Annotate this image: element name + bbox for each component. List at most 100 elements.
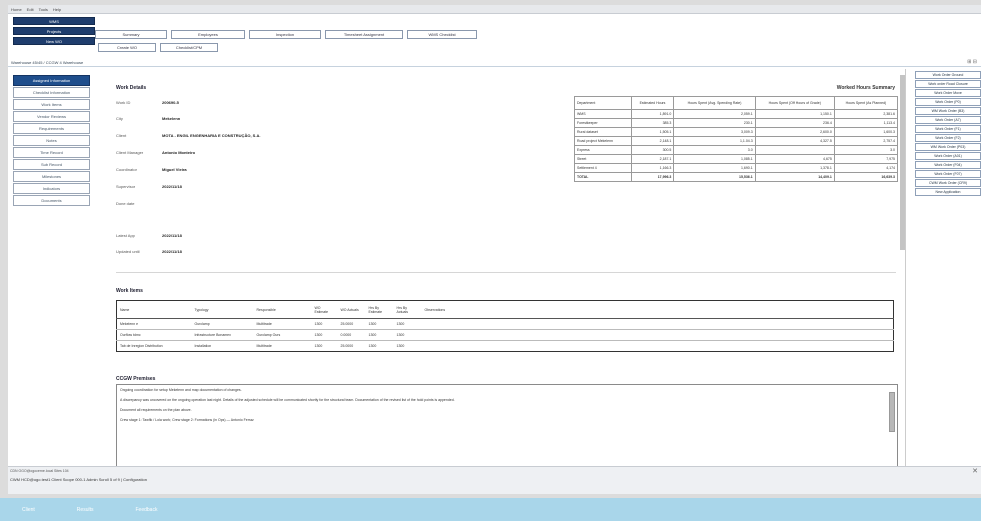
tab-create-wo[interactable]: Create WO	[98, 43, 156, 52]
nav-requirements[interactable]: Requirements	[13, 123, 90, 134]
work-order-link[interactable]: CWM Work Order (CR9)	[915, 179, 981, 187]
tab-employees[interactable]: Employees	[171, 30, 245, 39]
cpm-remarks-textarea[interactable]: Ongoing coordination for setup Mekelenn …	[116, 384, 898, 474]
table-cell: 1,1.04.3	[673, 136, 756, 146]
app-window: Home Edit Tools Help WMS Projects New WO…	[8, 5, 981, 494]
table-row[interactable]: Mekelenn e Ourclamp Multitrade 1300 25.0000 1…	[116, 318, 894, 330]
nav-vendor-reviews[interactable]: Vendor Reviews	[13, 111, 90, 122]
table-cell: 1,166.3	[630, 163, 675, 173]
taskbar-client[interactable]: Client	[22, 507, 35, 513]
close-icon[interactable]: ✕	[972, 467, 978, 475]
table-cell: 2,757.4	[833, 136, 899, 146]
table-cell: 1300	[393, 318, 422, 330]
nav-notes[interactable]: Notes	[13, 135, 90, 146]
work-order-link[interactable]: Work Order (F07)	[915, 170, 981, 178]
field-client-manager: Client Manager Antonio Monteiro	[116, 150, 195, 155]
table-cell: Infrastructure Bonamex	[191, 329, 254, 341]
remarks-scrollbar[interactable]	[889, 392, 895, 432]
table-cell: 25.0000	[337, 318, 366, 330]
table-cell: 1,150.1	[754, 109, 835, 119]
taskbar-feedback[interactable]: Feedback	[135, 507, 157, 513]
new-wo-button[interactable]: New WO	[13, 37, 95, 45]
table-cell: Multitrade	[253, 318, 312, 330]
work-order-link[interactable]: Work order Road Closure	[915, 80, 981, 88]
work-order-link[interactable]: Work Order Move	[915, 89, 981, 97]
nav-indicators[interactable]: Indicators	[13, 183, 90, 194]
table-cell: 1300	[365, 329, 394, 341]
field-label: Latest App	[116, 233, 135, 238]
divider	[116, 272, 896, 273]
work-order-link[interactable]: WM Work Order (P03)	[915, 143, 981, 151]
menu-home[interactable]: Home	[11, 7, 22, 12]
table-cell: 1300	[311, 340, 338, 352]
work-order-link[interactable]: Work Order Ground	[915, 71, 981, 79]
table-cell: Road project Mekelenn	[574, 136, 632, 146]
table-cell: 1300	[393, 329, 422, 341]
tab-checklist-cpm[interactable]: Checklist/CPM	[160, 43, 218, 52]
tab-timesheet-assignment[interactable]: Timesheet Assignment	[325, 30, 403, 39]
table-cell: 1,113.4	[833, 118, 899, 128]
table-cell: 4,174	[833, 163, 899, 173]
table-row: Express 300.5 3.0 3.0	[574, 145, 899, 155]
tab-summary[interactable]: Summary	[95, 30, 167, 39]
column-header: Hrs By Actuals	[393, 300, 422, 319]
nav-checklist-information[interactable]: Checklist Information	[13, 87, 90, 98]
tab-inspection[interactable]: Inspection	[249, 30, 321, 39]
nav-sub-record[interactable]: Sub Record	[13, 159, 90, 170]
breadcrumb[interactable]: Warehouse 45/45 / CCGW 4 Warehouse	[8, 59, 981, 67]
work-order-link[interactable]: Work Order (A7)	[915, 116, 981, 124]
taskbar-results[interactable]: Results	[77, 507, 94, 513]
wms-button[interactable]: WMS	[13, 17, 95, 25]
table-cell: 1300	[311, 329, 338, 341]
status-line-2: CWM HCD@ogo.test1 Client Scope 000-1 Adm…	[10, 477, 147, 482]
window-controls[interactable]: ⊞ ⊟	[967, 59, 977, 65]
menu-edit[interactable]: Edit	[27, 7, 34, 12]
field-supervisor: Supervisor 2022/11/18	[116, 184, 182, 189]
field-label: Supervisor	[116, 184, 136, 189]
table-row: WMS 1,891.0 2,059.1 1,150.1 2,381.6	[574, 109, 899, 119]
table-cell: 14,409.1	[754, 172, 835, 182]
field-label: Client Manager	[116, 150, 144, 155]
table-row[interactable]: Tab de Inregion Distribution Installation…	[116, 340, 894, 352]
projects-button[interactable]: Projects	[13, 27, 95, 35]
field-label: City	[116, 116, 123, 121]
menu-tools[interactable]: Tools	[39, 7, 48, 12]
nav-milestones[interactable]: Milestones	[13, 171, 90, 182]
table-cell: 16,639.3	[833, 172, 899, 182]
menu-help[interactable]: Help	[53, 7, 61, 12]
nav-documents[interactable]: Documents	[13, 195, 90, 206]
work-order-link[interactable]: Work Order (F2)	[915, 134, 981, 142]
right-panel: Work Order Ground Work order Road Closur…	[905, 69, 981, 469]
work-order-link[interactable]: Work Order (F1)	[915, 125, 981, 133]
field-latest-app: Latest App 2022/11/18	[116, 233, 182, 238]
column-header: Typology	[191, 300, 254, 319]
table-cell: 2,600.0	[754, 127, 835, 137]
field-work-id: Work ID 200690-5	[116, 100, 179, 105]
table-row: Street 2,187.1 1,085.1 4,675 7,975	[574, 154, 899, 164]
table-cell: 1,505.1	[630, 127, 675, 137]
new-application-button[interactable]: New Application	[915, 188, 981, 196]
work-order-link[interactable]: Work Order (A01)	[915, 152, 981, 160]
table-cell: Settlement 4	[574, 163, 632, 173]
table-cell: Express	[574, 145, 632, 155]
table-row[interactable]: Ourflow tdmc Infrastructure Bonamex Ourcla…	[116, 329, 894, 341]
table-cell: Multitrade	[253, 340, 312, 352]
table-cell: 1,891.0	[630, 109, 675, 119]
column-header: Name	[116, 300, 192, 319]
work-items-title: Work Items	[116, 288, 143, 294]
table-cell: 236.4	[754, 118, 835, 128]
table-cell: 0.0000	[337, 329, 366, 341]
field-value: 2022/11/18	[162, 233, 182, 238]
nav-work-items[interactable]: Work Items	[13, 99, 90, 110]
nav-time-record[interactable]: Time Record	[13, 147, 90, 158]
tab-wms-checklist[interactable]: WMS Checklist	[407, 30, 477, 39]
work-order-link[interactable]: Work Order (F04)	[915, 161, 981, 169]
table-cell	[421, 329, 894, 341]
work-order-link[interactable]: WM Work Order (B3)	[915, 107, 981, 115]
nav-assigned-information[interactable]: Assigned Information	[13, 75, 90, 86]
work-order-link[interactable]: Work Order (P0)	[915, 98, 981, 106]
status-line-1: CDN OGO@ogocerne.local Sites 104	[10, 469, 69, 473]
work-details-title: Work Details	[116, 85, 147, 91]
field-coordinator: Coordinator Miguel Vieira	[116, 167, 187, 172]
field-value: 200690-5	[162, 100, 179, 105]
